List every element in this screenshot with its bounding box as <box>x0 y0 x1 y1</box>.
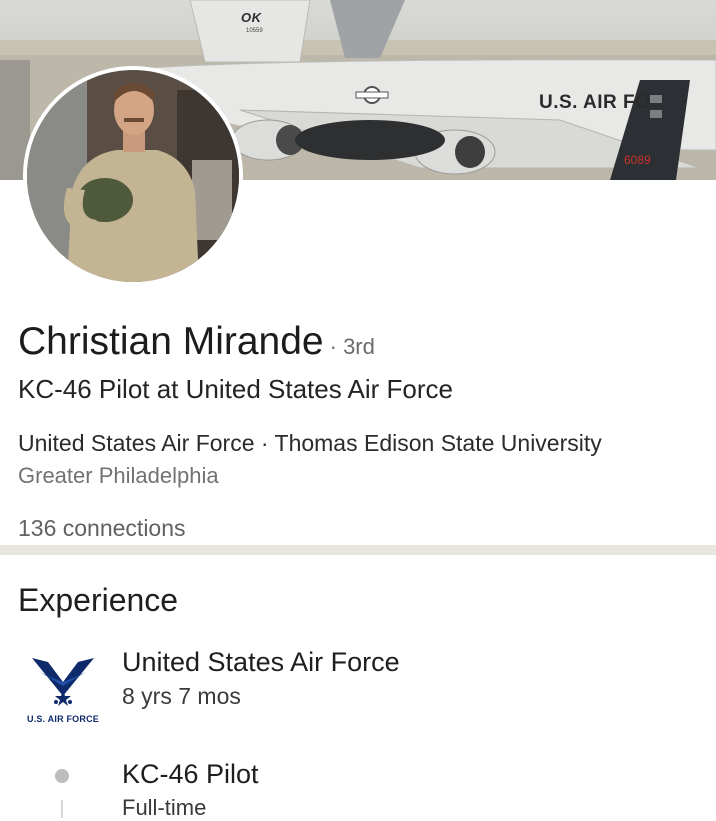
cover-fuselage-text: U.S. AIR FO <box>539 92 651 113</box>
company-logo[interactable]: U.S. AIR FORCE <box>18 652 108 728</box>
experience-heading: Experience <box>18 582 179 618</box>
section-divider <box>0 545 716 555</box>
role-employment-type: Full-time <box>122 795 207 820</box>
cover-tail-number: 10559 <box>246 28 263 34</box>
profile-name[interactable]: Christian Mirande <box>18 320 324 363</box>
cover-tail-serial: 6089 <box>624 153 651 167</box>
company-tenure: 8 yrs 7 mos <box>122 683 241 709</box>
name-row: Christian Mirande · 3rd <box>18 320 375 364</box>
connection-degree: · 3rd <box>329 334 375 359</box>
timeline-line <box>61 800 63 818</box>
air-force-logo-icon <box>32 658 94 706</box>
avatar[interactable] <box>23 66 243 286</box>
profile-headline: KC-46 Pilot at United States Air Force <box>18 374 453 404</box>
role-title[interactable]: KC-46 Pilot <box>122 759 259 790</box>
profile-organizations[interactable]: United States Air Force · Thomas Edison … <box>18 430 602 457</box>
company-name[interactable]: United States Air Force <box>122 647 400 678</box>
profile-photo <box>27 70 239 282</box>
cover-tail-code: OK <box>241 10 262 25</box>
company-logo-text: U.S. AIR FORCE <box>27 714 99 724</box>
profile-location: Greater Philadelphia <box>18 463 219 488</box>
timeline-dot <box>55 769 69 783</box>
connections-count[interactable]: 136 connections <box>18 515 186 542</box>
